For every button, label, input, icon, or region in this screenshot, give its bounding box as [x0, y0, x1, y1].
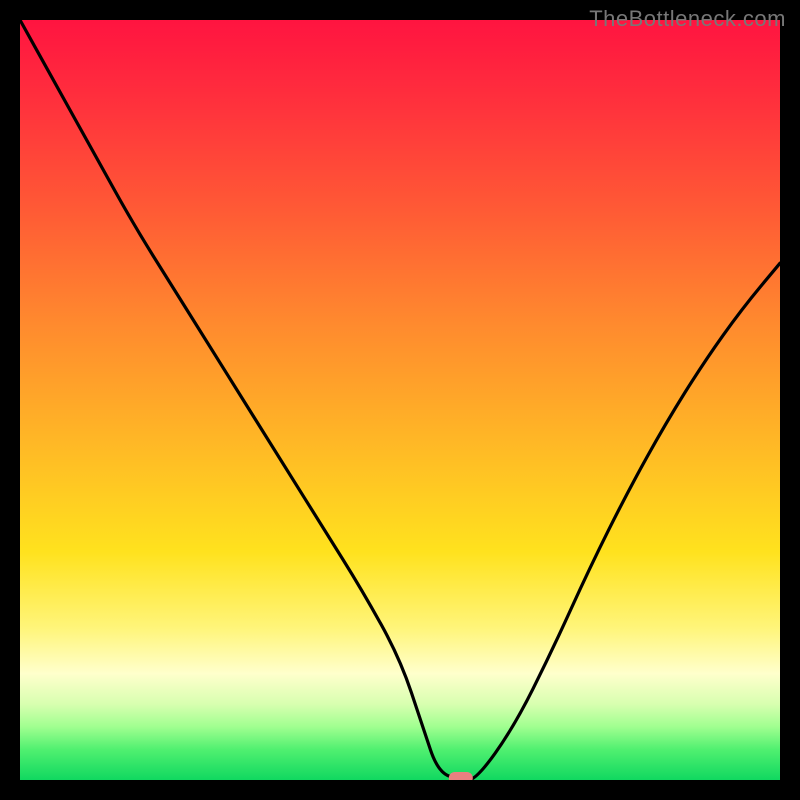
- bottleneck-chart: [20, 20, 780, 780]
- watermark-text: TheBottleneck.com: [589, 6, 786, 32]
- chart-frame: TheBottleneck.com: [0, 0, 800, 800]
- optimum-marker: [449, 772, 473, 780]
